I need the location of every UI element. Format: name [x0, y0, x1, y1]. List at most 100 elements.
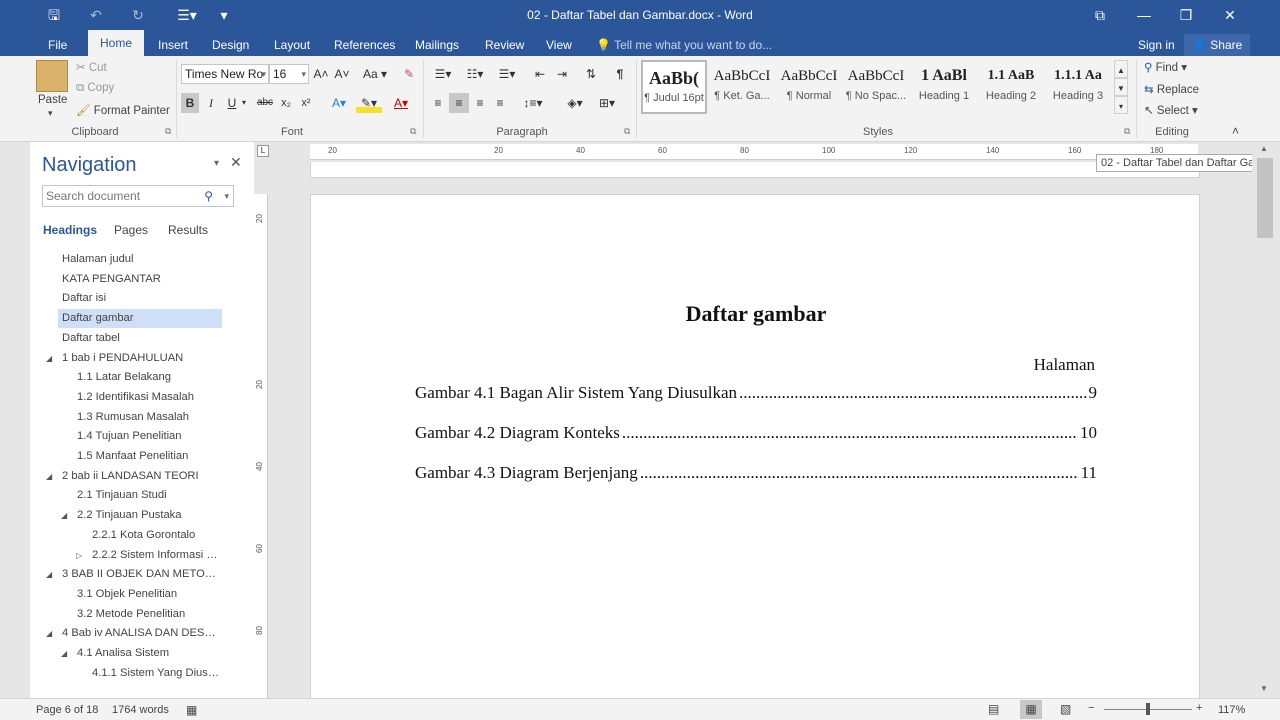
replace-button[interactable]: ⇆ Replace [1144, 82, 1199, 96]
chevron-down-icon[interactable]: ▾ [224, 186, 229, 206]
heading-item[interactable]: 4.1 Analisa Sistem [73, 644, 222, 663]
page-count[interactable]: Page 6 of 18 [36, 704, 98, 716]
heading-item[interactable]: 2.1 Tinjauan Studi [73, 486, 222, 505]
proofing-icon[interactable]: ▦ [186, 703, 197, 717]
heading-item[interactable]: 1.3 Rumusan Masalah [73, 408, 222, 427]
format-painter-button[interactable]: 🖌 Format Painter [76, 103, 170, 117]
collapse-icon[interactable]: ◢ [46, 349, 52, 368]
font-name-combo[interactable]: Times New Ro ▾ [181, 64, 269, 84]
styles-scroll-up-icon[interactable]: ▲ [1114, 60, 1128, 78]
underline-dropdown-icon[interactable]: ▾ [238, 93, 250, 113]
expand-icon[interactable]: ▷ [76, 546, 82, 565]
style-judul-16pt[interactable]: AaBb( ¶ Judul 16pt [641, 60, 707, 114]
web-layout-icon[interactable]: ▧ [1060, 702, 1071, 716]
clear-formatting-icon[interactable]: ✎ [400, 64, 418, 84]
heading-item[interactable]: KATA PENGANTAR [58, 270, 222, 289]
close-window-button[interactable]: ✕ [1208, 0, 1252, 30]
zoom-in-button[interactable]: + [1196, 702, 1202, 714]
zoom-level[interactable]: 117% [1218, 704, 1245, 716]
change-case-button[interactable]: Aa ▾ [360, 64, 390, 84]
heading-item[interactable]: 4.1.1 Sistem Yang Diusul... [88, 664, 222, 683]
tab-view[interactable]: View [542, 34, 576, 56]
paragraph-launcher-icon[interactable]: ⧉ [624, 126, 630, 137]
grow-font-button[interactable]: A˄ [312, 64, 330, 84]
close-pane-icon[interactable]: ✕ [230, 154, 242, 171]
show-formatting-marks-button[interactable]: ¶ [610, 64, 630, 84]
align-center-icon[interactable]: ≡ [449, 93, 469, 113]
heading-item[interactable]: 1 bab i PENDAHULUAN [58, 349, 222, 368]
share-button[interactable]: 👤 Share [1184, 34, 1251, 56]
shrink-font-button[interactable]: A˅ [333, 64, 351, 84]
minimize-button[interactable]: — [1122, 0, 1166, 30]
vertical-scrollbar[interactable]: ▲ ▼ [1252, 142, 1280, 698]
borders-icon[interactable]: ⊞▾ [592, 93, 622, 113]
restore-button[interactable]: ❐ [1164, 0, 1208, 30]
style-heading-1[interactable]: 1 AaBl Heading 1 [912, 60, 976, 114]
print-layout-icon[interactable]: ▦ [1020, 700, 1042, 719]
copy-button[interactable]: ⧉ Copy [76, 82, 114, 95]
figure-list-entry[interactable]: Gambar 4.2 Diagram Konteks .............… [415, 423, 1097, 445]
collapse-icon[interactable]: ◢ [61, 506, 67, 525]
read-mode-icon[interactable]: ▤ [988, 702, 999, 716]
justify-icon[interactable]: ≡ [490, 93, 510, 113]
style-heading-2[interactable]: 1.1 AaB Heading 2 [979, 60, 1043, 114]
clipboard-launcher-icon[interactable]: ⧉ [165, 126, 171, 137]
tell-me-box[interactable]: 💡 Tell me what you want to do... [596, 34, 772, 56]
heading-item[interactable]: 3.2 Metode Penelitian [73, 605, 222, 624]
styles-scroll-down-icon[interactable]: ▼ [1114, 78, 1128, 96]
tab-review[interactable]: Review [481, 34, 528, 56]
subscript-button[interactable]: x₂ [277, 93, 295, 113]
tab-mailings[interactable]: Mailings [411, 34, 463, 56]
heading-item[interactable]: Halaman judul [58, 250, 222, 269]
heading-item[interactable]: Daftar isi [58, 289, 222, 308]
paste-icon[interactable] [36, 60, 68, 92]
tab-headings[interactable]: Headings [43, 223, 97, 237]
tab-layout[interactable]: Layout [270, 34, 314, 56]
font-launcher-icon[interactable]: ⧉ [410, 126, 416, 137]
figure-list-entry[interactable]: Gambar 4.3 Diagram Berjenjang ..........… [415, 463, 1097, 485]
tab-home[interactable]: Home [88, 30, 145, 56]
tab-insert[interactable]: Insert [154, 34, 192, 56]
styles-more-icon[interactable]: ▾ [1114, 96, 1128, 114]
collapse-icon[interactable]: ◢ [46, 624, 52, 643]
align-left-icon[interactable]: ≡ [428, 93, 448, 113]
heading-item[interactable]: 1.2 Identifikasi Masalah [73, 388, 222, 407]
document-page[interactable]: Daftar gambar Halaman Gambar 4.1 Bagan A… [310, 194, 1200, 698]
highlight-color-icon[interactable]: ✎▾ [356, 93, 382, 113]
superscript-button[interactable]: x² [297, 93, 315, 113]
scroll-down-icon[interactable]: ▼ [1260, 684, 1268, 693]
style-ket-gambar[interactable]: AaBbCcI ¶ Ket. Ga... [710, 60, 774, 114]
heading-item[interactable]: 1.1 Latar Belakang [73, 368, 222, 387]
collapse-icon[interactable]: ◢ [61, 644, 67, 663]
heading-item[interactable]: 4 Bab iv ANALISA DAN DESAI... [58, 624, 222, 643]
search-document-input[interactable]: Search document ⚲ ▾ [42, 185, 234, 207]
strikethrough-button[interactable]: abc [254, 93, 276, 113]
tab-pages[interactable]: Pages [114, 223, 148, 237]
sort-icon[interactable]: ⇅ [581, 64, 601, 84]
heading-item[interactable]: Daftar tabel [58, 329, 222, 348]
page-column-header[interactable]: Halaman [1034, 355, 1095, 375]
tab-selector-icon[interactable]: L [257, 145, 269, 157]
select-button[interactable]: ↖ Select ▾ [1144, 103, 1198, 117]
heading-item[interactable]: 2 bab ii LANDASAN TEORI [58, 467, 222, 486]
styles-launcher-icon[interactable]: ⧉ [1124, 126, 1130, 137]
heading-item[interactable]: Daftar gambar [58, 309, 222, 329]
search-icon[interactable]: ⚲ [204, 186, 213, 206]
ribbon-display-options-button[interactable]: ⧉ [1078, 0, 1122, 30]
sign-in-link[interactable]: Sign in [1134, 34, 1179, 56]
bold-button[interactable]: B [181, 93, 199, 113]
italic-button[interactable]: I [202, 93, 220, 113]
style-no-spacing[interactable]: AaBbCcI ¶ No Spac... [844, 60, 908, 114]
decrease-indent-icon[interactable]: ⇤ [530, 64, 550, 84]
tab-references[interactable]: References [330, 34, 399, 56]
cut-button[interactable]: ✂ Cut [76, 60, 107, 74]
paste-button[interactable]: Paste [38, 94, 67, 106]
document-heading[interactable]: Daftar gambar [311, 301, 1201, 327]
tab-design[interactable]: Design [208, 34, 253, 56]
paste-dropdown-icon[interactable]: ▾ [48, 108, 53, 119]
text-effects-icon[interactable]: A▾ [326, 93, 352, 113]
line-spacing-icon[interactable]: ↕≡▾ [518, 93, 548, 113]
style-heading-3[interactable]: 1.1.1 Aa Heading 3 [1046, 60, 1110, 114]
heading-item[interactable]: 1.5 Manfaat Penelitian [73, 447, 222, 466]
heading-item[interactable]: 2.2.2 Sistem Informasi G... [88, 546, 222, 565]
